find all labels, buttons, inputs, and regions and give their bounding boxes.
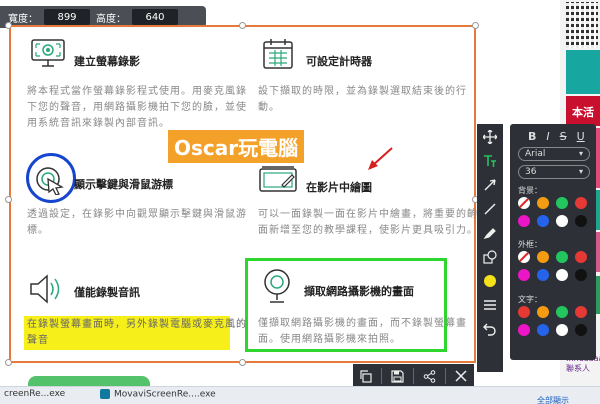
text-color-swatch-4[interactable] <box>518 324 530 336</box>
annotation-red-arrow <box>368 147 393 170</box>
feature-title-draw: 在影片中繪圖 <box>306 181 372 194</box>
font-size-value: 36 <box>525 167 537 177</box>
feature-desc-audio: 在錄製螢幕畫面時，另外錄製電腦或麥克風的 聲音 <box>27 319 247 346</box>
annotation-blue-circle <box>26 153 76 203</box>
qr-code-overlay <box>566 2 598 48</box>
action-bar-divider <box>412 368 414 384</box>
text-tool-icon[interactable] <box>481 152 499 170</box>
move-icon[interactable] <box>481 128 499 146</box>
border-swatch-4[interactable] <box>518 269 530 281</box>
height-input[interactable]: 640 <box>132 9 178 25</box>
background-red-text: 本活 <box>572 106 594 119</box>
arrow-tool-icon[interactable] <box>481 176 499 194</box>
border-swatch-7[interactable] <box>575 269 587 281</box>
resize-handle-top-left[interactable] <box>5 22 12 29</box>
text-color-swatch-0[interactable] <box>518 306 530 318</box>
text-color-swatch-2[interactable] <box>556 306 568 318</box>
border-color-swatches <box>518 251 587 281</box>
resize-handle-top[interactable] <box>239 22 246 29</box>
background-swatch-4[interactable] <box>518 215 530 227</box>
background-swatch-0[interactable] <box>518 197 530 209</box>
font-select-value: Arial <box>525 149 546 159</box>
taskbar-item-1-label: creenRe...exe <box>4 389 66 399</box>
resize-handle-bottom[interactable] <box>239 359 246 366</box>
text-color-label: 文字： <box>518 295 542 304</box>
resize-handle-bottom-left[interactable] <box>5 359 12 366</box>
chevron-down-icon: ▾ <box>578 167 583 176</box>
resize-handle-left[interactable] <box>5 196 12 203</box>
feature-desc-timer: 設下擷取的時限，並為錄製選取結束後的行 動。 <box>258 86 467 113</box>
resize-handle-top-right[interactable] <box>472 22 479 29</box>
font-select[interactable]: Arial ▾ <box>518 147 590 161</box>
border-swatch-2[interactable] <box>556 251 568 263</box>
background-banner-teal <box>566 50 600 94</box>
action-bar-divider <box>381 368 383 384</box>
border-swatch-6[interactable] <box>556 269 568 281</box>
text-color-swatch-3[interactable] <box>575 306 587 318</box>
background-swatch-3[interactable] <box>575 197 587 209</box>
capture-action-bar <box>353 364 474 388</box>
share-icon[interactable] <box>419 366 439 386</box>
feature-desc-webcam: 僅擷取網路攝影機的畫面，而不錄製螢幕畫 面。使用網路攝影機來拍照。 <box>258 318 467 345</box>
line-tool-icon[interactable] <box>481 200 499 218</box>
border-swatch-5[interactable] <box>537 269 549 281</box>
background-swatch-7[interactable] <box>575 215 587 227</box>
border-swatch-0[interactable] <box>518 251 530 263</box>
border-swatch-3[interactable] <box>575 251 587 263</box>
text-color-swatches <box>518 306 587 336</box>
feature-desc-screen-record: 將本程式當作螢幕錄影程式使用。用麥克風錄 下您的聲音，用網路攝影機拍下您的臉，並… <box>27 86 247 129</box>
taskbar: creenRe...exe MovaviScreenRe....exe <box>0 386 600 404</box>
text-color-swatch-5[interactable] <box>537 324 549 336</box>
chevron-down-icon: ▾ <box>578 149 583 158</box>
feature-title-webcam: 擷取網路攝影機的畫面 <box>304 285 414 298</box>
copy-icon[interactable] <box>356 366 376 386</box>
bold-button[interactable]: B <box>528 130 536 143</box>
shapes-tool-icon[interactable] <box>481 248 499 266</box>
width-label: 寬度： <box>8 13 38 25</box>
color-picker-icon[interactable] <box>481 272 499 290</box>
drawing-toolbar <box>477 124 503 372</box>
feature-title-audio: 僅能錄製音訊 <box>74 286 140 299</box>
background-swatch-6[interactable] <box>556 215 568 227</box>
pen-tool-icon[interactable] <box>481 224 499 242</box>
background-swatch-2[interactable] <box>556 197 568 209</box>
font-size-select[interactable]: 36 ▾ <box>518 165 590 179</box>
underline-button[interactable]: U <box>577 130 585 143</box>
feature-desc-cursor: 透過設定，在錄影中向觀眾顯示擊鍵與滑鼠游 標。 <box>27 209 247 236</box>
background-color-swatches <box>518 197 587 227</box>
menu-icon[interactable] <box>481 296 499 314</box>
text-format-panel: B I S U Arial ▾ 36 ▾ 背景： 外框： 文字： <box>510 124 596 360</box>
feature-title-screen-record: 建立螢幕錄影 <box>74 55 140 68</box>
width-input[interactable]: 899 <box>44 9 90 25</box>
action-bar-divider <box>444 368 446 384</box>
background-swatch-1[interactable] <box>537 197 549 209</box>
italic-button[interactable]: I <box>546 130 549 143</box>
speaker-audio-icon <box>28 274 64 308</box>
taskbar-item-1[interactable]: creenRe...exe <box>4 389 65 399</box>
text-color-swatch-6[interactable] <box>556 324 568 336</box>
background-color-label: 背景： <box>518 186 542 195</box>
text-color-swatch-7[interactable] <box>575 324 587 336</box>
taskbar-item-2-label: MovaviScreenRe....exe <box>114 389 216 400</box>
screen-record-icon <box>30 38 66 72</box>
close-icon[interactable] <box>451 366 471 386</box>
background-banner-red: 本活 <box>566 96 600 126</box>
feature-desc-draw: 可以一面錄製一面在影片中繪畫，將重要的齣 面新增至您的教學課程，使影片更具吸引力… <box>258 209 478 236</box>
movavi-app-icon <box>100 389 110 399</box>
calendar-timer-icon <box>262 38 294 74</box>
show-all-link[interactable]: 全部顯示 <box>537 395 569 404</box>
watermark-label: Oscar玩電腦 <box>168 130 305 163</box>
draw-on-video-icon <box>258 165 298 197</box>
border-swatch-1[interactable] <box>537 251 549 263</box>
height-label: 高度： <box>96 13 126 25</box>
taskbar-item-2[interactable]: MovaviScreenRe....exe <box>100 389 216 400</box>
feature-title-timer: 可設定計時器 <box>306 55 372 68</box>
strikethrough-button[interactable]: S <box>560 130 567 143</box>
save-icon[interactable] <box>388 366 408 386</box>
feature-title-cursor: 顯示擊鍵與滑鼠游標 <box>74 178 173 191</box>
background-swatch-5[interactable] <box>537 215 549 227</box>
text-color-swatch-1[interactable] <box>537 306 549 318</box>
undo-icon[interactable] <box>481 320 499 338</box>
border-color-label: 外框： <box>518 240 542 249</box>
